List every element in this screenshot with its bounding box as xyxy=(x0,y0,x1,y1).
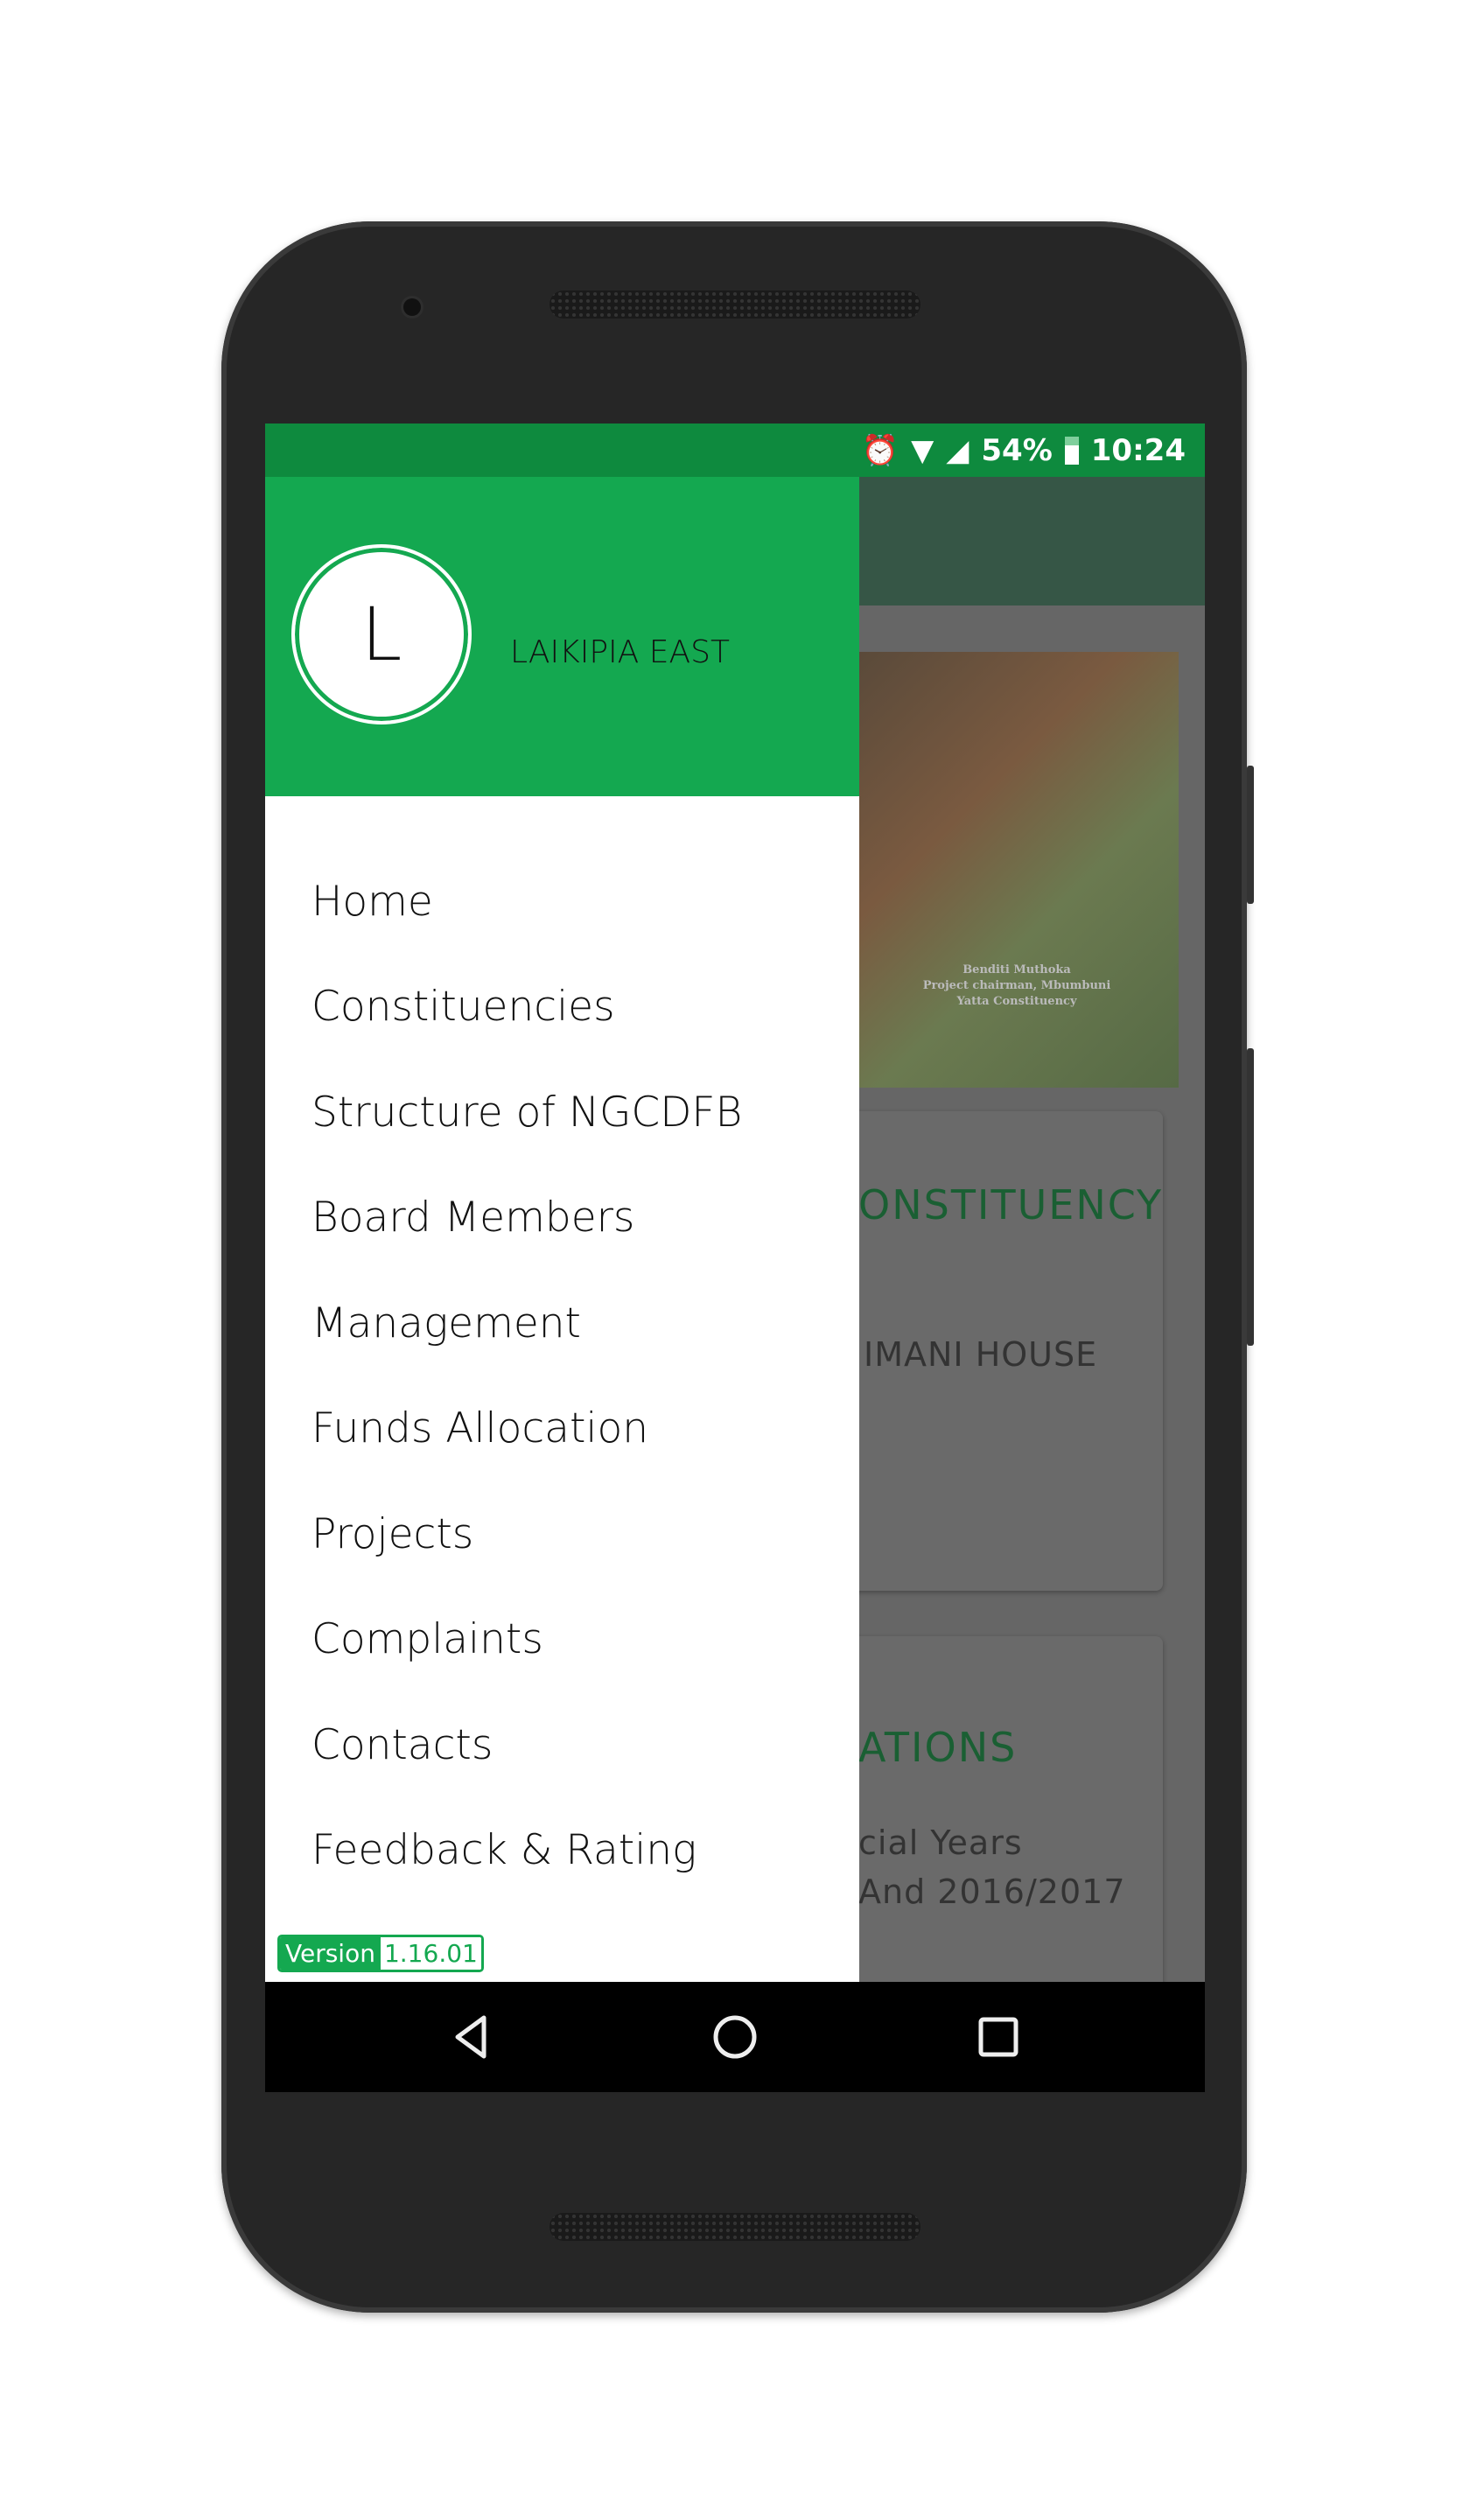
power-button xyxy=(1247,766,1254,904)
system-nav-bar xyxy=(265,1982,1205,2092)
home-icon[interactable] xyxy=(709,2011,761,2063)
clock: 10:24 xyxy=(1090,432,1186,468)
menu-item-complaints[interactable]: Complaints xyxy=(265,1587,859,1693)
volume-button xyxy=(1247,1048,1254,1346)
version-label: Version xyxy=(280,1937,381,1970)
top-speaker xyxy=(550,290,920,318)
screen: Benditi Muthoka Project chairman, Mbumbu… xyxy=(265,424,1205,2092)
drawer-menu: Home Constituencies Structure of NGCDFB … xyxy=(265,849,859,1903)
signal-icon: ◢ xyxy=(946,432,970,468)
menu-item-constituencies[interactable]: Constituencies xyxy=(265,955,859,1060)
status-bar: ⏰ ▼ ◢ 54% 10:24 xyxy=(265,424,1205,477)
wifi-icon: ▼ xyxy=(911,432,934,468)
photo-caption: Benditi Muthoka Project chairman, Mbumbu… xyxy=(868,962,1166,1010)
menu-item-management[interactable]: Management xyxy=(265,1270,859,1376)
drawer-header: L LAIKIPIA EAST xyxy=(265,477,859,796)
version-badge: Version 1.16.01 xyxy=(277,1935,484,1972)
bottom-speaker xyxy=(550,2213,920,2241)
card-text: And 2016/2017 xyxy=(858,1872,1126,1911)
caption-line: Yatta Constituency xyxy=(956,995,1077,1008)
menu-item-contacts[interactable]: Contacts xyxy=(265,1692,859,1798)
card-text: cial Years xyxy=(858,1824,1023,1862)
navigation-drawer: L LAIKIPIA EAST Home Constituencies Stru… xyxy=(265,477,859,1982)
alarm-icon: ⏰ xyxy=(861,432,900,468)
recents-icon[interactable] xyxy=(972,2011,1025,2063)
menu-item-home[interactable]: Home xyxy=(265,849,859,955)
avatar[interactable]: L xyxy=(291,544,472,724)
menu-item-projects[interactable]: Projects xyxy=(265,1481,859,1587)
back-icon[interactable] xyxy=(445,2011,498,2063)
hero-photo: Benditi Muthoka Project chairman, Mbumbu… xyxy=(859,652,1179,1088)
version-number: 1.16.01 xyxy=(380,1937,481,1970)
menu-item-structure[interactable]: Structure of NGCDFB xyxy=(265,1060,859,1166)
front-camera xyxy=(403,298,421,316)
caption-line: Benditi Muthoka xyxy=(962,963,1071,976)
card-title: ONSTITUENCY xyxy=(858,1181,1164,1228)
caption-line: Project chairman, Mbumbuni xyxy=(922,979,1111,992)
menu-item-feedback[interactable]: Feedback & Rating xyxy=(265,1798,859,1904)
menu-item-funds-allocation[interactable]: Funds Allocation xyxy=(265,1376,859,1482)
battery-percent: 54% xyxy=(981,432,1053,468)
card-subtitle: IMANI HOUSE xyxy=(864,1335,1098,1374)
user-name: LAIKIPIA EAST xyxy=(510,634,730,670)
battery-icon xyxy=(1064,436,1079,465)
card-title: ATIONS xyxy=(858,1724,1018,1771)
menu-item-board-members[interactable]: Board Members xyxy=(265,1166,859,1271)
